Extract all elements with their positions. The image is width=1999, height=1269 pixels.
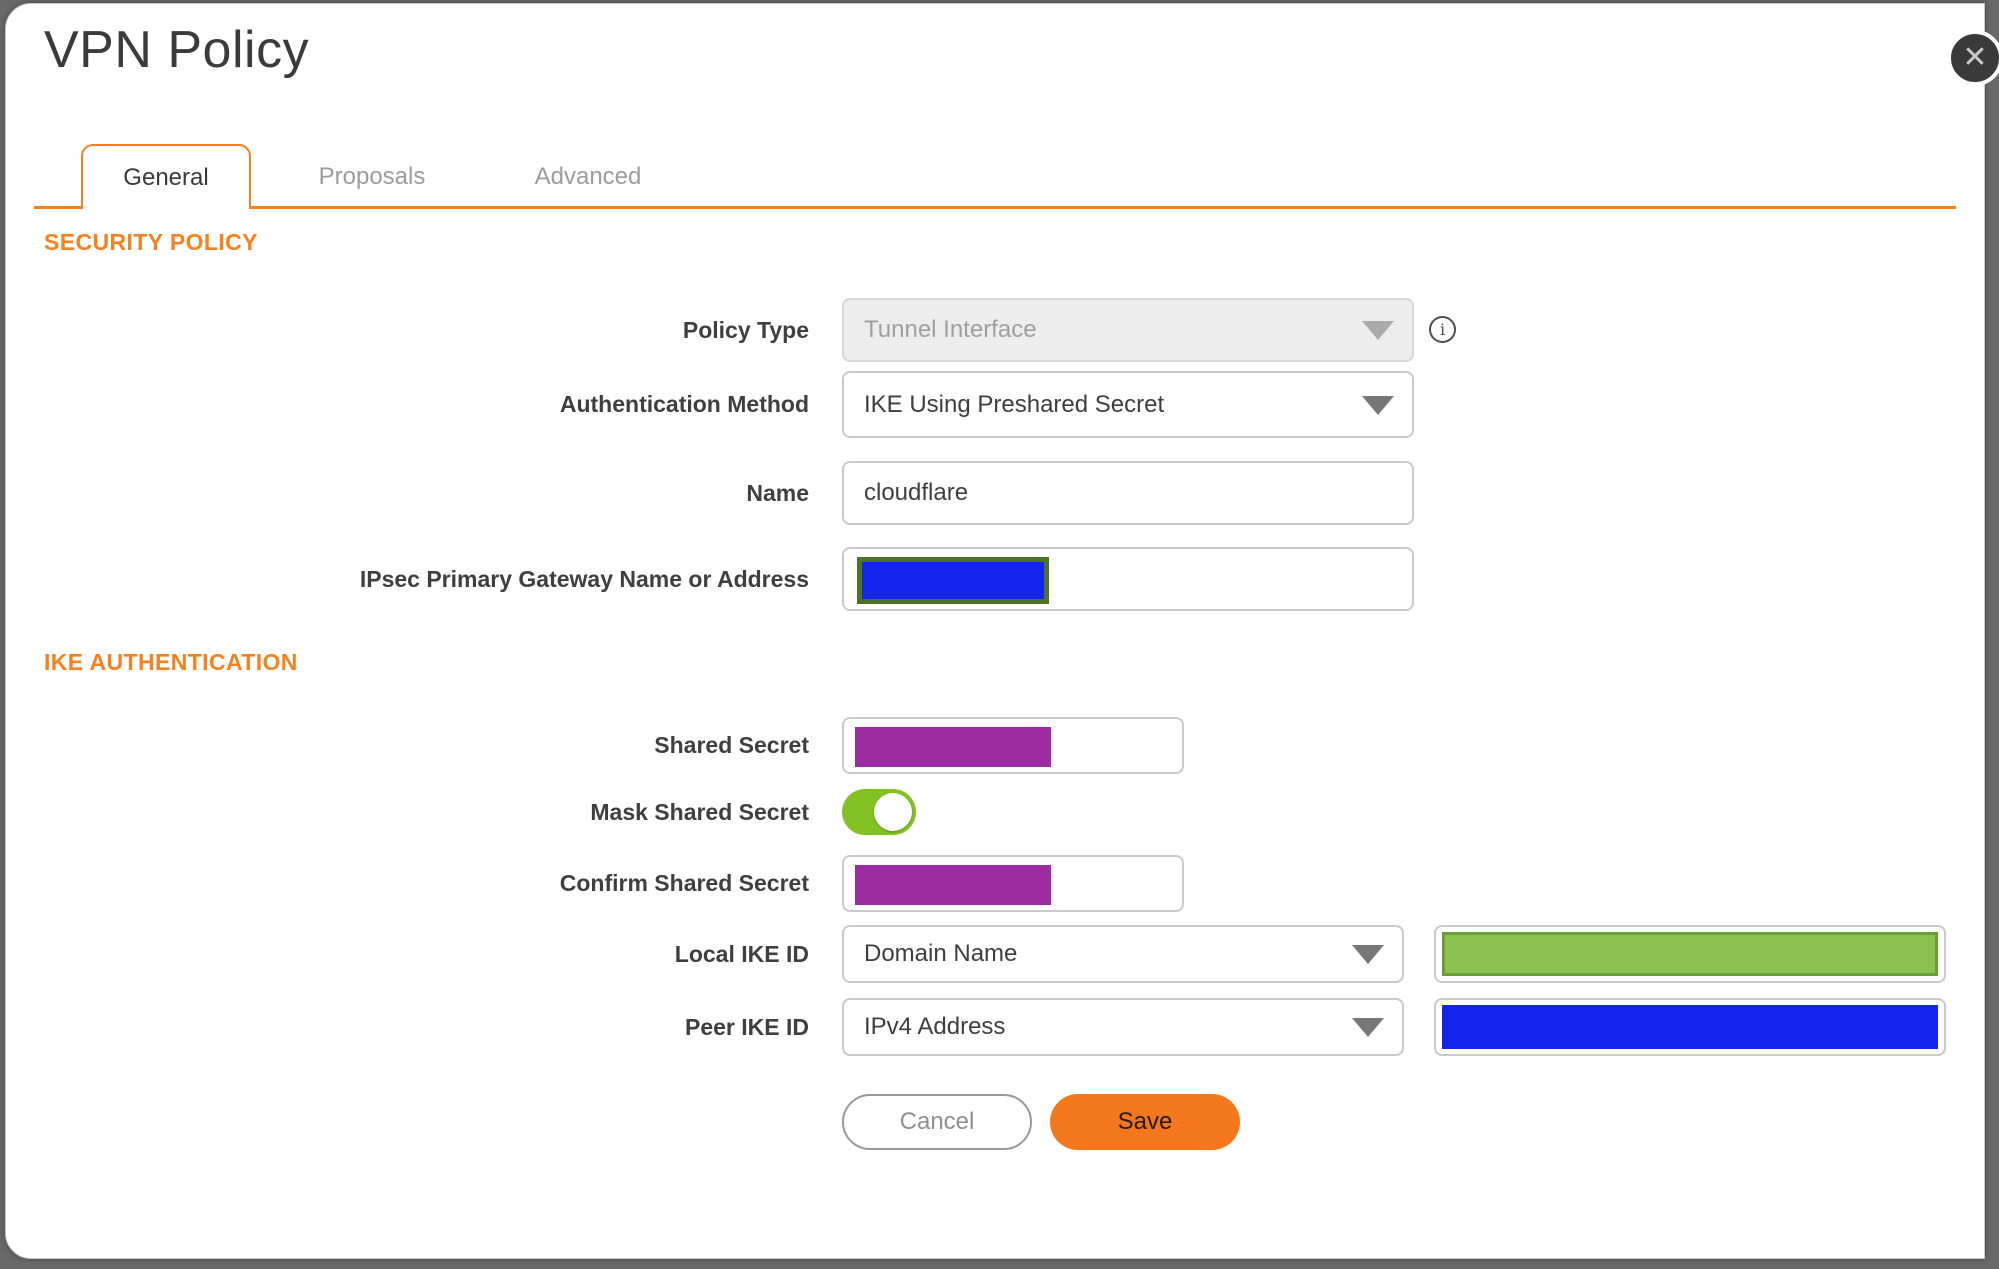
confirm-shared-secret-input[interactable] bbox=[842, 855, 1184, 912]
peer-ike-id-label: Peer IKE ID bbox=[685, 1013, 809, 1040]
row-confirm-shared-secret: Confirm Shared Secret bbox=[6, 855, 1984, 912]
local-ike-id-input[interactable] bbox=[1434, 925, 1946, 983]
policy-type-value: Tunnel Interface bbox=[864, 316, 1037, 343]
chevron-down-icon bbox=[1352, 1018, 1384, 1037]
section-security-policy: SECURITY POLICY bbox=[44, 229, 258, 255]
row-shared-secret: Shared Secret bbox=[6, 717, 1984, 774]
mask-shared-secret-label: Mask Shared Secret bbox=[590, 798, 809, 825]
row-mask-shared-secret: Mask Shared Secret bbox=[6, 789, 1984, 835]
authentication-method-label: Authentication Method bbox=[559, 391, 809, 417]
save-button[interactable]: Save bbox=[1050, 1094, 1240, 1150]
toggle-knob bbox=[874, 793, 912, 831]
redacted-gateway-value bbox=[857, 557, 1049, 604]
redacted-local-ike-id bbox=[1442, 932, 1938, 976]
mask-shared-secret-toggle[interactable] bbox=[842, 789, 916, 835]
policy-type-label: Policy Type bbox=[682, 316, 809, 343]
redacted-peer-ike-id bbox=[1442, 1005, 1938, 1049]
row-policy-type: Policy Type Tunnel Interface i bbox=[6, 298, 1984, 362]
authentication-method-select[interactable]: IKE Using Preshared Secret bbox=[842, 371, 1414, 438]
peer-ike-id-input[interactable] bbox=[1434, 998, 1946, 1056]
policy-type-select[interactable]: Tunnel Interface bbox=[842, 298, 1414, 362]
chevron-down-icon bbox=[1362, 395, 1394, 415]
close-icon: ✕ bbox=[1962, 41, 1988, 74]
tab-proposals[interactable]: Proposals bbox=[287, 144, 457, 209]
close-button[interactable]: ✕ bbox=[1947, 30, 1999, 86]
local-ike-id-select[interactable]: Domain Name bbox=[842, 925, 1404, 983]
local-ike-id-value: Domain Name bbox=[864, 940, 1018, 967]
row-local-ike-id: Local IKE ID Domain Name bbox=[6, 925, 1984, 983]
row-ipsec-gateway: IPsec Primary Gateway Name or Address bbox=[6, 547, 1984, 611]
chevron-down-icon bbox=[1352, 945, 1384, 964]
row-name: Name cloudflare bbox=[6, 461, 1984, 525]
tab-advanced-label: Advanced bbox=[534, 162, 642, 190]
name-input[interactable]: cloudflare bbox=[842, 461, 1414, 525]
ipsec-gateway-label: IPsec Primary Gateway Name or Address bbox=[359, 565, 809, 592]
chevron-down-icon bbox=[1362, 321, 1394, 340]
save-button-label: Save bbox=[1117, 1108, 1173, 1135]
peer-ike-id-select[interactable]: IPv4 Address bbox=[842, 998, 1404, 1056]
tab-general-label: General bbox=[123, 163, 209, 191]
tab-general[interactable]: General bbox=[81, 144, 251, 209]
shared-secret-label: Shared Secret bbox=[654, 732, 809, 758]
redacted-shared-secret bbox=[855, 727, 1051, 767]
confirm-shared-secret-label: Confirm Shared Secret bbox=[559, 870, 809, 896]
redacted-confirm-shared-secret bbox=[855, 865, 1051, 905]
tab-proposals-label: Proposals bbox=[318, 162, 426, 190]
tab-advanced[interactable]: Advanced bbox=[503, 144, 673, 209]
cancel-button-label: Cancel bbox=[899, 1108, 975, 1135]
ipsec-gateway-input[interactable] bbox=[842, 547, 1414, 611]
info-icon[interactable]: i bbox=[1429, 316, 1456, 343]
vpn-policy-dialog: VPN Policy ✕ General Proposals Advanced … bbox=[5, 3, 1999, 1259]
name-label: Name bbox=[746, 479, 809, 506]
peer-ike-id-value: IPv4 Address bbox=[864, 1013, 1006, 1040]
local-ike-id-label: Local IKE ID bbox=[674, 940, 809, 967]
shared-secret-input[interactable] bbox=[842, 717, 1184, 774]
cancel-button[interactable]: Cancel bbox=[842, 1094, 1032, 1150]
authentication-method-value: IKE Using Preshared Secret bbox=[864, 390, 1165, 418]
row-authentication-method: Authentication Method IKE Using Preshare… bbox=[6, 371, 1984, 438]
section-ike-authentication: IKE AUTHENTICATION bbox=[44, 649, 298, 675]
name-value: cloudflare bbox=[864, 479, 969, 506]
row-peer-ike-id: Peer IKE ID IPv4 Address bbox=[6, 998, 1984, 1056]
dialog-title: VPN Policy bbox=[44, 21, 310, 79]
